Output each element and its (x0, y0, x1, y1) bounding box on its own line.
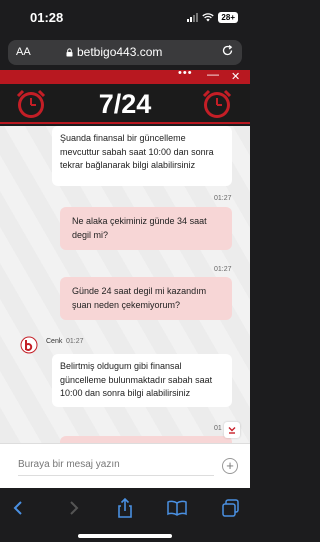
agent-message: Şuanda finansal bir güncelleme mevcuttur… (52, 126, 232, 186)
more-options-button[interactable]: ••• (178, 67, 193, 79)
address-bar[interactable]: AA betbigo443.com (8, 40, 242, 65)
agent-avatar (20, 336, 38, 354)
lock-icon (66, 47, 73, 56)
share-icon[interactable] (114, 498, 136, 518)
chat-messages[interactable]: Şuanda finansal bir güncelleme mevcuttur… (0, 126, 250, 443)
tabs-icon[interactable] (220, 498, 242, 518)
url-text: betbigo443.com (77, 45, 163, 59)
battery-indicator: 28+ (218, 12, 238, 23)
status-bar: 01:28 28+ (0, 0, 250, 36)
reload-icon[interactable] (221, 44, 234, 57)
forward-icon[interactable] (62, 498, 84, 518)
agent-message: Belirtmiş oldugum gibi finansal güncelle… (52, 354, 232, 407)
message-timestamp: 01:27 (214, 195, 232, 202)
home-indicator (78, 534, 172, 538)
chat-banner: 7/24 (0, 84, 250, 124)
add-icon: + (226, 458, 234, 473)
minimize-button[interactable]: — (207, 67, 219, 81)
message-timestamp: 01 (214, 425, 222, 432)
back-icon[interactable] (8, 498, 30, 518)
wifi-icon (202, 13, 215, 22)
bookmarks-icon[interactable] (166, 498, 188, 518)
reader-aa-button[interactable]: AA (16, 46, 31, 58)
user-message (60, 436, 232, 443)
agent-name: Cenk (46, 338, 63, 345)
signal-icon (187, 13, 199, 22)
clock-icon (202, 89, 232, 118)
add-attachment-button[interactable]: + (222, 458, 238, 474)
close-button[interactable]: ✕ (231, 70, 240, 83)
scroll-down-button[interactable] (224, 422, 240, 438)
user-message: Günde 24 saat degil mi kazandım şuan ned… (60, 277, 232, 320)
message-timestamp: 01:27 (214, 266, 232, 273)
message-composer: + (0, 443, 250, 488)
message-input[interactable] (18, 454, 214, 476)
status-time: 01:28 (30, 10, 64, 25)
user-message: Ne alaka çekiminiz günde 34 saat degil m… (60, 207, 232, 250)
url-display[interactable]: betbigo443.com (66, 45, 162, 59)
chat-topbar: ••• — ✕ (0, 67, 250, 84)
status-icons: 28+ (187, 12, 238, 23)
message-timestamp: 01:27 (66, 338, 84, 345)
chevron-down-icon (228, 427, 236, 434)
